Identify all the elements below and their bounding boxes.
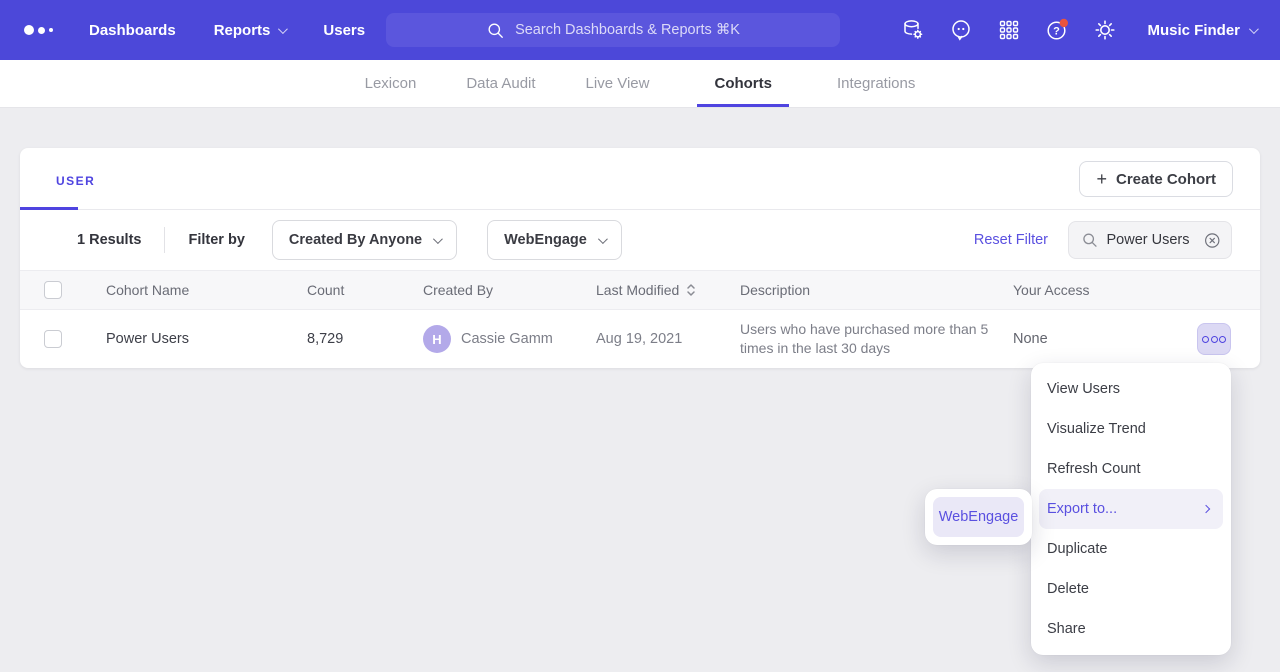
card-header: USER + Create Cohort [20, 148, 1260, 210]
results-count: 1 Results [77, 232, 141, 248]
header-your-access[interactable]: Your Access [993, 282, 1148, 298]
sort-icon [686, 283, 696, 297]
divider [164, 227, 165, 253]
clear-search-icon[interactable] [1203, 231, 1221, 250]
reset-filter-link[interactable]: Reset Filter [974, 232, 1048, 248]
chevron-down-icon [433, 234, 443, 244]
apps-grid-icon[interactable] [997, 18, 1021, 42]
avatar: H [423, 325, 451, 353]
filter-bar-right: Reset Filter [974, 221, 1232, 259]
tab-live-view[interactable]: Live View [584, 60, 652, 107]
tab-cohorts[interactable]: Cohorts [697, 60, 789, 107]
cohort-search-input[interactable] [1107, 232, 1195, 248]
row-checkbox[interactable] [44, 330, 62, 348]
notification-dot [1060, 19, 1068, 27]
mixpanel-logo-icon[interactable] [24, 25, 53, 35]
menu-item-view-users[interactable]: View Users [1039, 369, 1223, 409]
menu-item-delete[interactable]: Delete [1039, 569, 1223, 609]
cohort-search-box [1068, 221, 1232, 259]
header-last-modified[interactable]: Last Modified [576, 282, 720, 298]
created-by-cell: H Cassie Gamm [403, 325, 576, 353]
project-selector[interactable]: Music Finder [1147, 22, 1256, 39]
search-icon [486, 21, 505, 40]
svg-text:?: ? [1054, 25, 1061, 37]
chevron-down-icon [598, 234, 608, 244]
project-name: Music Finder [1147, 22, 1240, 39]
last-modified-cell: Aug 19, 2021 [576, 331, 720, 347]
table-header: Cohort Name Count Created By Last Modifi… [20, 270, 1260, 310]
export-submenu: WebEngage [925, 489, 1032, 545]
messages-icon[interactable] [949, 18, 973, 42]
menu-item-visualize-trend[interactable]: Visualize Trend [1039, 409, 1223, 449]
created-by-dropdown[interactable]: Created By Anyone [272, 220, 457, 260]
chevron-right-icon [1202, 505, 1210, 513]
header-created-by[interactable]: Created By [403, 282, 576, 298]
tab-lexicon[interactable]: Lexicon [363, 60, 419, 107]
active-tab-underline [20, 207, 78, 210]
access-cell: None [993, 331, 1148, 347]
tab-user-cohorts[interactable]: USER [56, 174, 95, 188]
nav-users[interactable]: Users [323, 22, 365, 39]
data-tabs: Lexicon Data Audit Live View Cohorts Int… [0, 60, 1280, 108]
integration-filter-dropdown[interactable]: WebEngage [487, 220, 622, 260]
search-icon [1081, 231, 1099, 249]
create-cohort-button[interactable]: + Create Cohort [1079, 161, 1233, 197]
tab-data-audit[interactable]: Data Audit [464, 60, 537, 107]
global-search-input[interactable]: Search Dashboards & Reports ⌘K [386, 13, 840, 47]
menu-item-share[interactable]: Share [1039, 609, 1223, 649]
menu-item-export-to[interactable]: Export to... [1039, 489, 1223, 529]
tab-integrations[interactable]: Integrations [835, 60, 917, 107]
nav-reports[interactable]: Reports [214, 22, 286, 39]
nav-dashboards[interactable]: Dashboards [89, 22, 176, 39]
header-description[interactable]: Description [720, 282, 993, 298]
filter-by-label: Filter by [188, 232, 244, 248]
help-icon[interactable]: ? [1045, 18, 1069, 42]
created-by-name: Cassie Gamm [461, 331, 553, 347]
cohorts-card: USER + Create Cohort 1 Results Filter by… [20, 148, 1260, 368]
header-count[interactable]: Count [283, 282, 403, 298]
description-cell: Users who have purchased more than 5 tim… [720, 320, 993, 358]
row-actions-menu: View Users Visualize Trend Refresh Count… [1031, 363, 1231, 655]
table-row: Power Users 8,729 H Cassie Gamm Aug 19, … [20, 310, 1260, 368]
app-bar: Dashboards Reports Users Search Dashboar… [0, 0, 1280, 60]
app-bar-right: ? Music Finder [901, 18, 1256, 42]
chevron-down-icon [278, 24, 288, 34]
menu-item-refresh-count[interactable]: Refresh Count [1039, 449, 1223, 489]
settings-gear-icon[interactable] [1093, 18, 1117, 42]
header-cohort-name[interactable]: Cohort Name [86, 282, 283, 298]
data-management-icon[interactable] [901, 18, 925, 42]
submenu-item-webengage[interactable]: WebEngage [933, 497, 1024, 537]
global-search-placeholder: Search Dashboards & Reports ⌘K [515, 22, 740, 38]
chevron-down-icon [1249, 24, 1259, 34]
menu-item-duplicate[interactable]: Duplicate [1039, 529, 1223, 569]
ellipsis-icon [1202, 336, 1209, 343]
cohort-name-cell[interactable]: Power Users [86, 331, 283, 347]
select-all-checkbox[interactable] [44, 281, 62, 299]
count-cell: 8,729 [283, 331, 403, 347]
filter-bar: 1 Results Filter by Created By Anyone We… [20, 210, 1260, 270]
primary-nav: Dashboards Reports Users [89, 22, 365, 39]
plus-icon: + [1096, 170, 1107, 188]
row-actions-button[interactable] [1197, 323, 1231, 355]
